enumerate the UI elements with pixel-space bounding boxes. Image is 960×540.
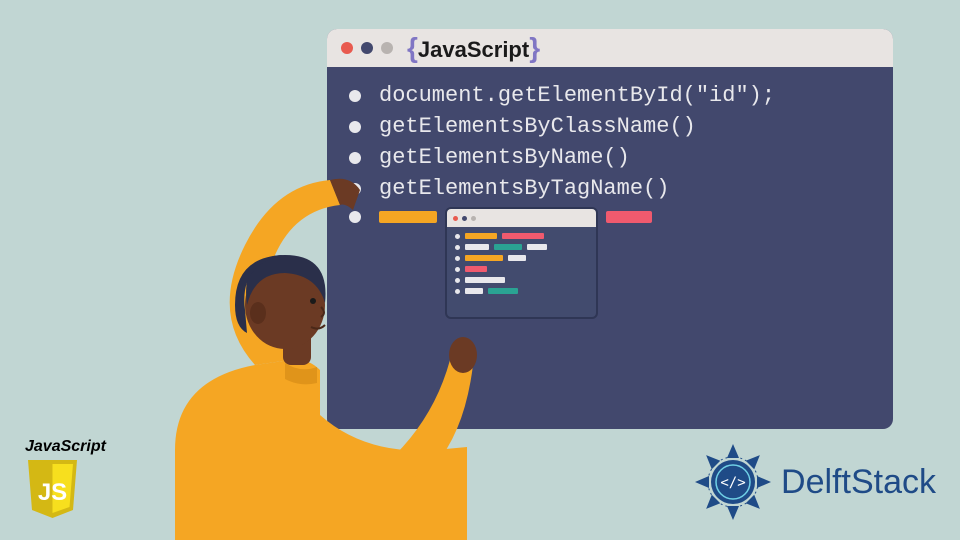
code-line: getElementsByClassName() xyxy=(349,114,871,139)
js-badge-text: JS xyxy=(38,479,67,506)
traffic-light-gray-icon xyxy=(381,42,393,54)
bar-pink xyxy=(606,211,652,223)
brace-open-icon: { xyxy=(407,32,418,63)
bullet-icon xyxy=(349,121,361,133)
person-illustration xyxy=(135,155,515,540)
window-titlebar: {JavaScript} xyxy=(327,29,893,67)
delftstack-logo: </> DelftStack xyxy=(693,442,936,522)
window-title-text: JavaScript xyxy=(418,37,529,62)
decorative-bars-right xyxy=(606,211,652,223)
js-logo-label: JavaScript xyxy=(25,438,106,456)
window-title: {JavaScript} xyxy=(407,32,540,64)
brace-close-icon: } xyxy=(529,32,540,63)
javascript-logo: JavaScript JS xyxy=(25,438,106,525)
bullet-icon xyxy=(349,90,361,102)
delftstack-badge-icon: </> xyxy=(693,442,773,522)
delftstack-text: DelftStack xyxy=(781,463,936,502)
code-text: getElementsByClassName() xyxy=(379,114,696,139)
js-shield-icon: JS xyxy=(25,458,80,520)
svg-text:</>: </> xyxy=(720,475,745,491)
traffic-light-navy-icon xyxy=(361,42,373,54)
code-line: document.getElementById("id"); xyxy=(349,83,871,108)
traffic-light-red-icon xyxy=(341,42,353,54)
code-text: document.getElementById("id"); xyxy=(379,83,775,108)
